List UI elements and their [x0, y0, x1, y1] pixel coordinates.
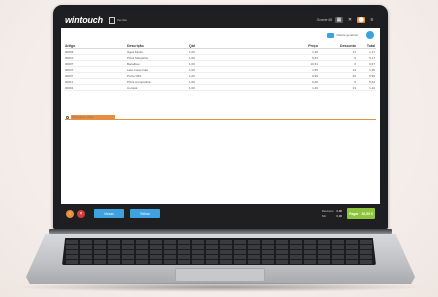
table-cell: 11: [352, 50, 356, 54]
table-cell: Bacalhau: [127, 62, 140, 66]
col-qtd: Qtd: [189, 44, 196, 48]
totals: Desconto 0,00 IVA 0,00: [322, 209, 342, 218]
grid-button[interactable]: ▦: [335, 17, 343, 23]
pay-total: 30,50 €: [361, 211, 373, 216]
table-cell: Compal: [127, 86, 138, 90]
table-cell: 1,22: [369, 86, 375, 90]
tables-button[interactable]: Mesas: [94, 209, 124, 218]
table-cell: 00003: [65, 50, 74, 54]
table-cell: Lata Coca-Cola: [127, 68, 148, 72]
search-icon: [66, 115, 69, 119]
vat-label: IVA: [321, 214, 327, 218]
table-cell: 5,99: [369, 74, 375, 78]
table-cell: 00010: [65, 56, 74, 60]
items-table: Artigo Descrição Qtd Preço Desconto Tota…: [65, 43, 376, 91]
table-cell: 1,00: [189, 86, 195, 90]
client-icon: [327, 32, 335, 38]
table-cell: 13: [352, 86, 356, 90]
table-body: 00003 Água Fastio 1,00 1,35 11 1,17 00010 Pizza…: [65, 49, 376, 91]
table-cell: 1,00: [189, 68, 195, 72]
header-actions: Ocorrer 68 ▦ ✕ ⬤ ≡: [317, 17, 376, 23]
app-header: wintouch Vendas Ocorrer 68 ▦ ✕ ⬤ ≡: [61, 12, 380, 28]
laptop-shadow: [14, 282, 426, 292]
table-cell: 9,97: [369, 62, 375, 66]
table-cell: 5,51: [312, 56, 318, 60]
client-button[interactable]: Cliente genérico: [327, 32, 358, 38]
search-row: [65, 115, 376, 120]
table-cell: Ponto LBX: [127, 74, 142, 78]
back-button[interactable]: ‹: [66, 209, 74, 218]
col-descricao: Descrição: [127, 44, 144, 48]
brand-logo: wintouch: [65, 15, 103, 25]
table-cell: 25: [352, 74, 356, 78]
table-cell: 1,35: [369, 68, 375, 72]
touchpad: [175, 268, 265, 282]
table-cell: 00007: [65, 62, 74, 66]
table-cell: 00011: [65, 80, 74, 84]
laptop-screen: wintouch Vendas Ocorrer 68 ▦ ✕ ⬤ ≡ Clien…: [61, 12, 380, 223]
options-button[interactable]: [366, 31, 374, 39]
pay-label: Pagar: [349, 211, 359, 216]
table-cell: 1,00: [189, 56, 195, 60]
table-row[interactable]: 00004 Compal 1,00 1,40 13 1,22: [65, 85, 376, 91]
key-row: [66, 260, 372, 264]
col-total: Total: [366, 44, 375, 48]
col-preco: Preço: [308, 44, 318, 48]
laptop-hinge: [49, 229, 392, 234]
key-row: [66, 245, 372, 249]
table-cell: 00004: [65, 86, 74, 90]
client-bar: Cliente genérico: [61, 28, 380, 42]
table-cell: 5,64: [369, 80, 375, 84]
pay-button[interactable]: Pagar 30,50 €: [347, 208, 375, 219]
table-cell: 6: [354, 62, 356, 66]
table-cell: 1,35: [312, 50, 318, 54]
key-row: [66, 250, 372, 254]
table-cell: 00037: [65, 68, 74, 72]
user-label: Ocorrer 68: [316, 18, 332, 22]
table-cell: 1,00: [189, 80, 195, 84]
table-cell: 13: [352, 68, 356, 72]
discount-value: 0,00: [336, 209, 342, 213]
table-cell: 1,40: [312, 86, 318, 90]
table-cell: 6: [354, 56, 356, 60]
withdraw-button[interactable]: Retirar: [130, 209, 160, 218]
table-cell: 1,00: [189, 74, 195, 78]
scene: wintouch Vendas Ocorrer 68 ▦ ✕ ⬤ ≡ Clien…: [0, 0, 438, 297]
search-input[interactable]: [71, 115, 115, 119]
table-cell: Água Fastio: [127, 50, 144, 54]
table-cell: 00007: [65, 74, 74, 78]
vat-value: 0,00: [336, 214, 342, 218]
table-cell: 1,00: [189, 50, 195, 54]
table-cell: 10,61: [310, 62, 318, 66]
record-button[interactable]: ⬤: [357, 17, 365, 23]
key-row: [66, 255, 372, 259]
document-label: Vendas: [116, 18, 127, 22]
table-cell: 1,00: [189, 62, 195, 66]
key-row: [66, 240, 372, 244]
footer-bar: ‹ × Mesas Retirar Desconto 0,00 IVA 0,00…: [61, 204, 380, 223]
close-button[interactable]: ✕: [346, 17, 354, 23]
table-cell: 5,17: [369, 56, 375, 60]
table-cell: 5: [354, 80, 356, 84]
table-cell: Pizza Margarita: [127, 56, 148, 60]
table-cell: 1,55: [312, 68, 318, 72]
client-label: Cliente genérico: [336, 33, 358, 37]
discount-label: Desconto: [321, 209, 334, 213]
cancel-button[interactable]: ×: [77, 209, 85, 218]
table-cell: 9,99: [312, 74, 318, 78]
col-desconto: Desconto: [340, 44, 356, 48]
table-cell: Pizza Companhia: [127, 80, 151, 84]
keyboard: [62, 238, 376, 265]
menu-button[interactable]: ≡: [368, 17, 376, 23]
table-cell: 1,17: [369, 50, 375, 54]
col-artigo: Artigo: [65, 44, 76, 48]
table-cell: 6,00: [312, 80, 318, 84]
document-icon[interactable]: [108, 16, 115, 24]
